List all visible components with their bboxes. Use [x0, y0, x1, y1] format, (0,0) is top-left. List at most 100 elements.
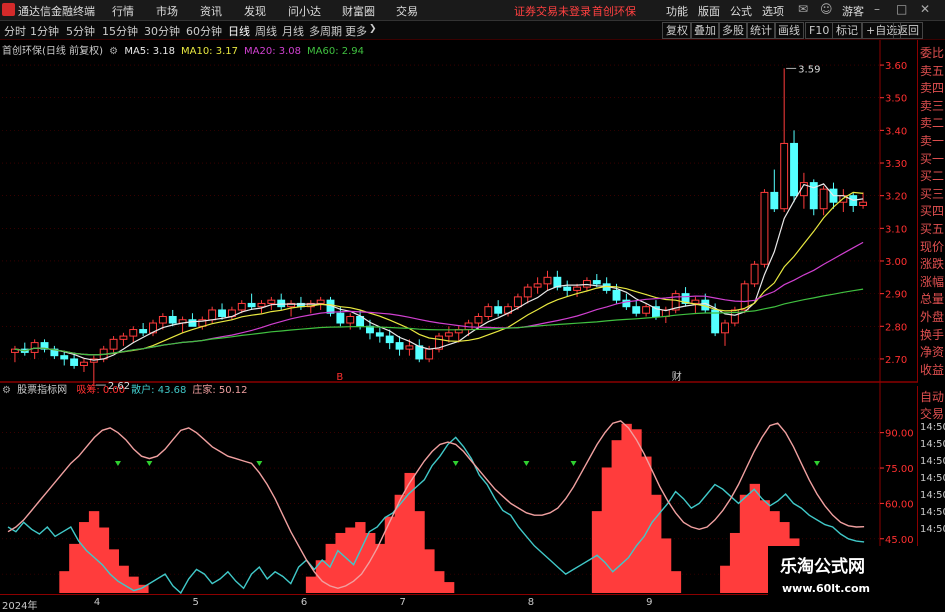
trade-side-panel: 自动交易14:5014:5014:5014:5014:5014:5014:50	[917, 386, 945, 609]
xichou-bar	[434, 571, 445, 593]
menu-item-discover[interactable]: 发现	[244, 3, 266, 19]
quote-panel-item[interactable]: 买二	[920, 169, 944, 183]
quote-panel-item[interactable]: 换手	[920, 328, 944, 342]
candle-body	[612, 289, 621, 301]
quote-panel-item[interactable]: 涨跌	[920, 257, 944, 271]
period-60min[interactable]: 60分钟	[186, 23, 222, 39]
period-more[interactable]: 更多	[345, 23, 367, 39]
menu-options[interactable]: 选项	[762, 3, 784, 19]
stats-button[interactable]: 统计	[746, 22, 776, 39]
quote-panel-item[interactable]: 买四	[920, 204, 944, 218]
candle-body	[642, 306, 651, 314]
quote-panel-item[interactable]: 总量	[920, 292, 944, 306]
candle-body	[484, 306, 493, 317]
period-weekly[interactable]: 周线	[255, 23, 277, 39]
period-monthly[interactable]: 月线	[282, 23, 304, 39]
close-icon[interactable]: ✕	[920, 2, 930, 16]
xichou-bar	[118, 565, 129, 593]
buy-signal-icon	[452, 460, 459, 466]
menu-formula[interactable]: 公式	[730, 3, 752, 19]
quote-panel-item[interactable]: 委比	[920, 46, 944, 60]
quote-panel-item[interactable]: 卖二	[920, 116, 944, 130]
candle-body	[474, 315, 483, 324]
trade-panel-item[interactable]: 自动	[920, 388, 944, 405]
overlay-button[interactable]: 叠加	[690, 22, 720, 39]
quote-panel-item[interactable]: 买一	[920, 152, 944, 166]
maximize-icon[interactable]: □	[896, 2, 907, 16]
period-30min[interactable]: 30分钟	[144, 23, 180, 39]
quote-panel-item[interactable]: 卖三	[920, 99, 944, 113]
broker-login-warning[interactable]: 证券交易未登录	[514, 3, 591, 19]
candle-body	[425, 348, 434, 360]
guest-label[interactable]: 游客	[842, 3, 864, 19]
trade-panel-item[interactable]: 14:50	[920, 439, 945, 450]
quote-panel-item[interactable]: 现价	[920, 240, 944, 254]
quote-panel-item[interactable]: 买三	[920, 187, 944, 201]
xichou-bar	[414, 511, 425, 593]
trade-panel-item[interactable]: 14:50	[920, 490, 945, 501]
candle-body	[770, 191, 779, 210]
trade-panel-item[interactable]: 14:50	[920, 473, 945, 484]
period-daily[interactable]: 日线	[228, 23, 250, 39]
mark-button[interactable]: 标记	[832, 22, 862, 39]
candle-body	[721, 322, 729, 334]
menu-layout[interactable]: 版面	[698, 3, 720, 19]
candle-body	[740, 283, 749, 311]
menu-bar: 通达信金融终端 行情 市场 资讯 发现 问小达 财富圈 交易 证券交易未登录 首…	[0, 0, 945, 21]
period-15min[interactable]: 15分钟	[102, 23, 138, 39]
chart-area[interactable]: 2.70 2.80 2.90 3.00 3.10 3.20 3.30 3.40 3.50 3.60…	[0, 40, 918, 595]
xichou-bar	[601, 467, 613, 593]
quote-panel-item[interactable]: 净资	[920, 345, 944, 359]
candle-body	[119, 335, 128, 340]
menu-item-news[interactable]: 资讯	[200, 3, 222, 19]
user-icon[interactable]: ☺	[820, 2, 833, 16]
trade-panel-item[interactable]: 14:50	[920, 524, 945, 535]
xichou-bar	[59, 571, 70, 593]
trade-panel-item[interactable]: 14:50	[920, 422, 945, 433]
draw-button[interactable]: 画线	[774, 22, 804, 39]
trade-panel-item[interactable]: 14:50	[920, 456, 945, 467]
candle-body	[494, 306, 503, 314]
xichou-bar	[729, 532, 741, 593]
minimize-icon[interactable]: –	[874, 2, 880, 16]
quote-panel-item[interactable]: 涨幅	[920, 275, 944, 289]
xichou-bar	[739, 494, 751, 593]
quote-panel-item[interactable]: 收益	[920, 363, 944, 377]
xichou-bar	[651, 494, 662, 593]
more-chevron-icon[interactable]: ❯	[369, 24, 377, 34]
period-multi[interactable]: 多周期	[309, 23, 342, 39]
menu-function[interactable]: 功能	[666, 3, 688, 19]
candle-body	[158, 315, 167, 324]
period-tick[interactable]: 分时	[4, 23, 26, 39]
quote-panel-item[interactable]: 卖一	[920, 134, 944, 148]
quote-panel-item[interactable]: 卖五	[920, 64, 944, 78]
candle-body	[267, 299, 276, 304]
app-title: 通达信金融终端	[18, 5, 95, 18]
adjust-button[interactable]: 复权	[662, 22, 692, 39]
back-button[interactable]: 返回	[893, 22, 923, 39]
watermark: 乐淘公式网 www.60lt.com	[768, 546, 918, 609]
xichou-bar	[335, 532, 346, 593]
quote-panel-item[interactable]: 卖四	[920, 81, 944, 95]
f10-button[interactable]: F10	[805, 22, 834, 39]
candle-body	[375, 332, 384, 337]
period-1min[interactable]: 1分钟	[30, 23, 59, 39]
xichou-bar	[374, 543, 386, 593]
candle-body	[582, 280, 591, 288]
menu-item-trade[interactable]: 交易	[396, 3, 418, 19]
menu-item-quotes[interactable]: 行情	[112, 3, 134, 19]
candle-body	[444, 332, 453, 337]
menu-item-wealth[interactable]: 财富圈	[342, 3, 375, 19]
message-icon[interactable]: ✉	[798, 2, 808, 16]
period-5min[interactable]: 5分钟	[66, 23, 95, 39]
buy-signal-icon	[146, 460, 153, 466]
buy-signal-icon	[114, 460, 121, 466]
trade-panel-item[interactable]: 14:50	[920, 507, 945, 518]
trade-panel-item[interactable]: 交易	[920, 405, 944, 422]
multi-stock-button[interactable]: 多股	[718, 22, 748, 39]
quote-panel-item[interactable]: 外盘	[920, 310, 944, 324]
menu-item-market[interactable]: 市场	[156, 3, 178, 19]
x-axis-label: 6	[300, 597, 308, 608]
menu-item-xiaoda[interactable]: 问小达	[288, 3, 321, 19]
quote-panel-item[interactable]: 买五	[920, 222, 944, 236]
